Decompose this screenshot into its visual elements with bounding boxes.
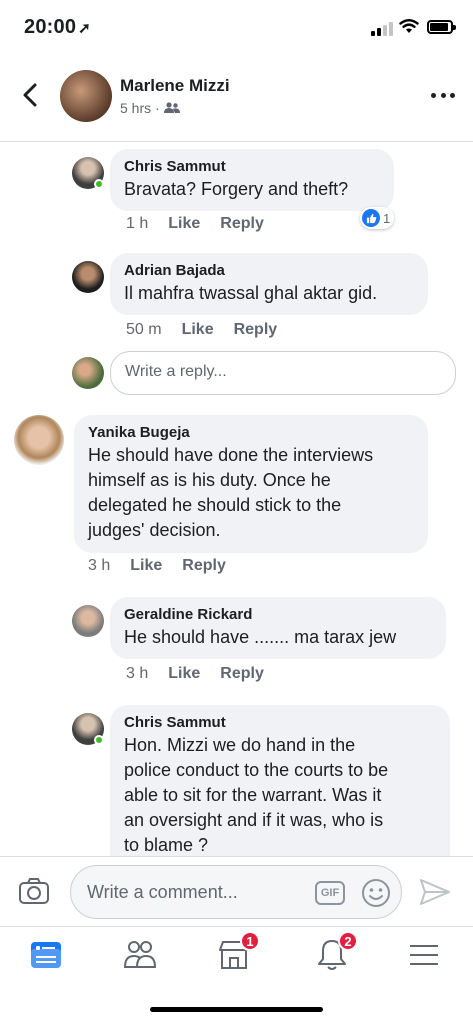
tab-marketplace[interactable]: 1 — [216, 931, 260, 973]
comment-text: Bravata? Forgery and theft? — [124, 179, 349, 199]
comment-text-line: police conduct to the courts to be — [124, 760, 389, 780]
friends-audience-icon — [163, 102, 180, 113]
status-bar: 20:00 ➚ — [0, 0, 473, 58]
comment-text-line: able to sit for the warrant. Was it — [124, 785, 382, 805]
avatar[interactable] — [60, 70, 112, 122]
camera-icon[interactable] — [18, 877, 50, 905]
comment-bubble[interactable]: Chris Sammut Hon. Mizzi we do hand in th… — [110, 705, 450, 856]
send-icon[interactable] — [418, 877, 452, 907]
like-reaction-icon — [362, 209, 380, 227]
comment-input-placeholder: Write a comment... — [87, 882, 238, 902]
comment-item: Chris Sammut Hon. Mizzi we do hand in th… — [0, 701, 473, 856]
comment-text-line: judges' decision. — [88, 520, 221, 540]
comment-time[interactable]: 3 h — [88, 557, 110, 575]
comment-bubble[interactable]: Adrian Bajada Il mahfra twassal ghal akt… — [110, 253, 428, 315]
comment-time[interactable]: 3 h — [126, 665, 148, 683]
cellular-signal-icon — [371, 22, 393, 36]
comment-text-line: He should have done the interviews — [88, 445, 374, 465]
comment-time[interactable]: 1 h — [126, 215, 148, 233]
comment-item: Chris Sammut Bravata? Forgery and theft?… — [0, 143, 473, 243]
comment-item: Yanika Bugeja He should have done the in… — [0, 413, 473, 589]
battery-icon — [427, 20, 456, 34]
like-button[interactable]: Like — [168, 215, 200, 233]
reply-button[interactable]: Reply — [234, 321, 278, 339]
comment-actions: 1 h Like Reply — [126, 215, 264, 233]
like-button[interactable]: Like — [130, 557, 162, 575]
comment-text-line: an oversight and if it was, who is — [124, 810, 384, 830]
avatar[interactable] — [14, 415, 64, 465]
comment-actions: 50 m Like Reply — [126, 321, 277, 339]
post-author-name[interactable]: Marlene Mizzi — [120, 76, 230, 96]
comment-item: Geraldine Rickard He should have .......… — [0, 595, 473, 695]
reaction-count: 1 — [383, 210, 391, 226]
tab-notifications[interactable]: 2 — [314, 931, 358, 973]
location-arrow-icon: ➚ — [78, 20, 91, 37]
menu-icon[interactable] — [406, 937, 442, 973]
reply-composer: Write a reply... — [0, 349, 473, 405]
comment-author[interactable]: Chris Sammut — [124, 157, 380, 177]
bottom-tab-bar: 1 2 — [0, 926, 473, 986]
post-time[interactable]: 5 hrs — [120, 100, 151, 116]
comment-bubble[interactable]: Chris Sammut Bravata? Forgery and theft? — [110, 149, 394, 211]
reaction-summary[interactable]: 1 — [360, 207, 395, 229]
like-button[interactable]: Like — [182, 321, 214, 339]
comment-composer: Write a comment... GIF — [0, 856, 473, 926]
reply-input[interactable]: Write a reply... — [110, 351, 456, 395]
reply-button[interactable]: Reply — [220, 215, 264, 233]
comment-actions: 3 h Like Reply — [88, 557, 226, 575]
home-indicator — [150, 1007, 323, 1012]
like-button[interactable]: Like — [168, 665, 200, 683]
online-status-indicator — [94, 179, 104, 189]
notifications-badge: 2 — [338, 931, 358, 951]
comment-item: Adrian Bajada Il mahfra twassal ghal akt… — [0, 249, 473, 345]
comment-time[interactable]: 50 m — [126, 321, 162, 339]
comment-text-line: himself as is his duty. Once he — [88, 470, 331, 490]
tab-news-feed[interactable] — [28, 937, 64, 973]
marketplace-badge: 1 — [240, 931, 260, 951]
avatar[interactable] — [72, 605, 104, 637]
post-meta: 5 hrs · — [120, 100, 180, 116]
avatar — [72, 357, 104, 389]
more-options-button[interactable] — [431, 88, 455, 102]
reply-button[interactable]: Reply — [220, 665, 264, 683]
comment-input[interactable]: Write a comment... GIF — [70, 865, 402, 919]
reply-button[interactable]: Reply — [182, 557, 226, 575]
avatar[interactable] — [72, 261, 104, 293]
status-time: 20:00 ➚ — [24, 16, 91, 38]
comment-text-line: to blame ? — [124, 835, 209, 855]
comment-author[interactable]: Yanika Bugeja — [88, 423, 414, 443]
comment-list: Chris Sammut Bravata? Forgery and theft?… — [0, 143, 473, 856]
comment-text-line: delegated he should stick to the — [88, 495, 342, 515]
tab-groups[interactable] — [122, 937, 158, 973]
online-status-indicator — [94, 735, 104, 745]
wifi-icon — [399, 19, 419, 33]
comment-actions: 3 h Like Reply — [126, 665, 264, 683]
comment-text: Il mahfra twassal ghal aktar gid. — [124, 283, 378, 303]
post-header: Marlene Mizzi 5 hrs · — [0, 58, 473, 142]
comment-text-line: Hon. Mizzi we do hand in the — [124, 735, 356, 755]
comment-author[interactable]: Chris Sammut — [124, 713, 436, 733]
gif-button[interactable]: GIF — [315, 881, 345, 905]
comment-author[interactable]: Adrian Bajada — [124, 261, 414, 281]
back-arrow-icon[interactable] — [16, 80, 46, 110]
emoji-icon[interactable] — [361, 878, 391, 908]
comment-text: He should have ....... ma tarax jew — [124, 627, 397, 647]
comment-bubble[interactable]: Geraldine Rickard He should have .......… — [110, 597, 446, 659]
comment-bubble[interactable]: Yanika Bugeja He should have done the in… — [74, 415, 428, 553]
comment-author[interactable]: Geraldine Rickard — [124, 605, 432, 625]
